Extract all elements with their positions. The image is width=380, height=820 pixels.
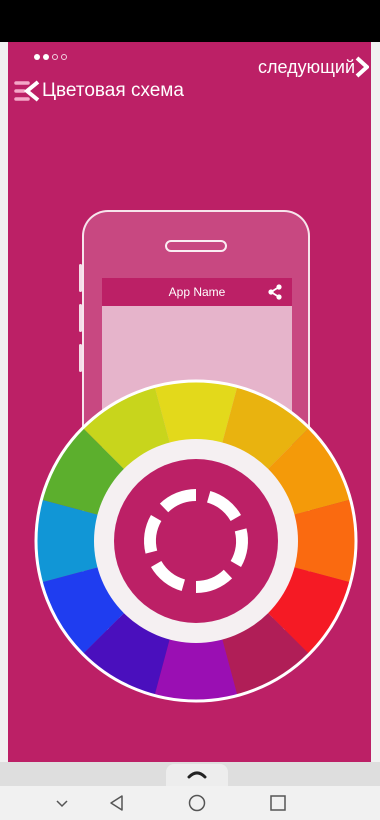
screen-title: Цветовая схема <box>42 80 184 101</box>
page-dot <box>61 54 67 60</box>
phone-side-button <box>79 264 82 292</box>
system-nav-bar <box>0 786 380 820</box>
preview-app-name: App Name <box>168 285 226 299</box>
chevron-down-icon[interactable] <box>52 793 72 813</box>
page-dot <box>34 54 40 60</box>
preview-app-bar: App Name <box>102 278 292 306</box>
next-button[interactable]: следующий <box>258 56 369 78</box>
square-recents-icon[interactable] <box>268 793 288 813</box>
triangle-back-icon[interactable] <box>107 793 127 813</box>
phone-side-button <box>79 344 82 372</box>
onboarding-screen: Цветовая схема следующий App Name <box>8 42 371 762</box>
page-dot <box>52 54 58 60</box>
phone-speaker <box>165 240 227 252</box>
circle-home-icon[interactable] <box>187 793 207 813</box>
page-dot <box>43 54 49 60</box>
ring-dash <box>230 528 248 567</box>
status-bar <box>0 0 380 42</box>
phone-side-button <box>79 304 82 332</box>
chevron-up-icon <box>187 771 207 779</box>
share-icon <box>268 284 282 300</box>
color-wheel-icon[interactable] <box>34 379 358 703</box>
next-label: следующий <box>257 56 355 77</box>
back-arrow-icon <box>14 80 40 102</box>
wheel-center <box>114 459 278 623</box>
page-indicator <box>34 54 67 60</box>
back-button[interactable]: Цветовая схема <box>14 78 184 104</box>
ring-dash <box>144 515 162 554</box>
chevron-right-icon <box>355 56 369 78</box>
